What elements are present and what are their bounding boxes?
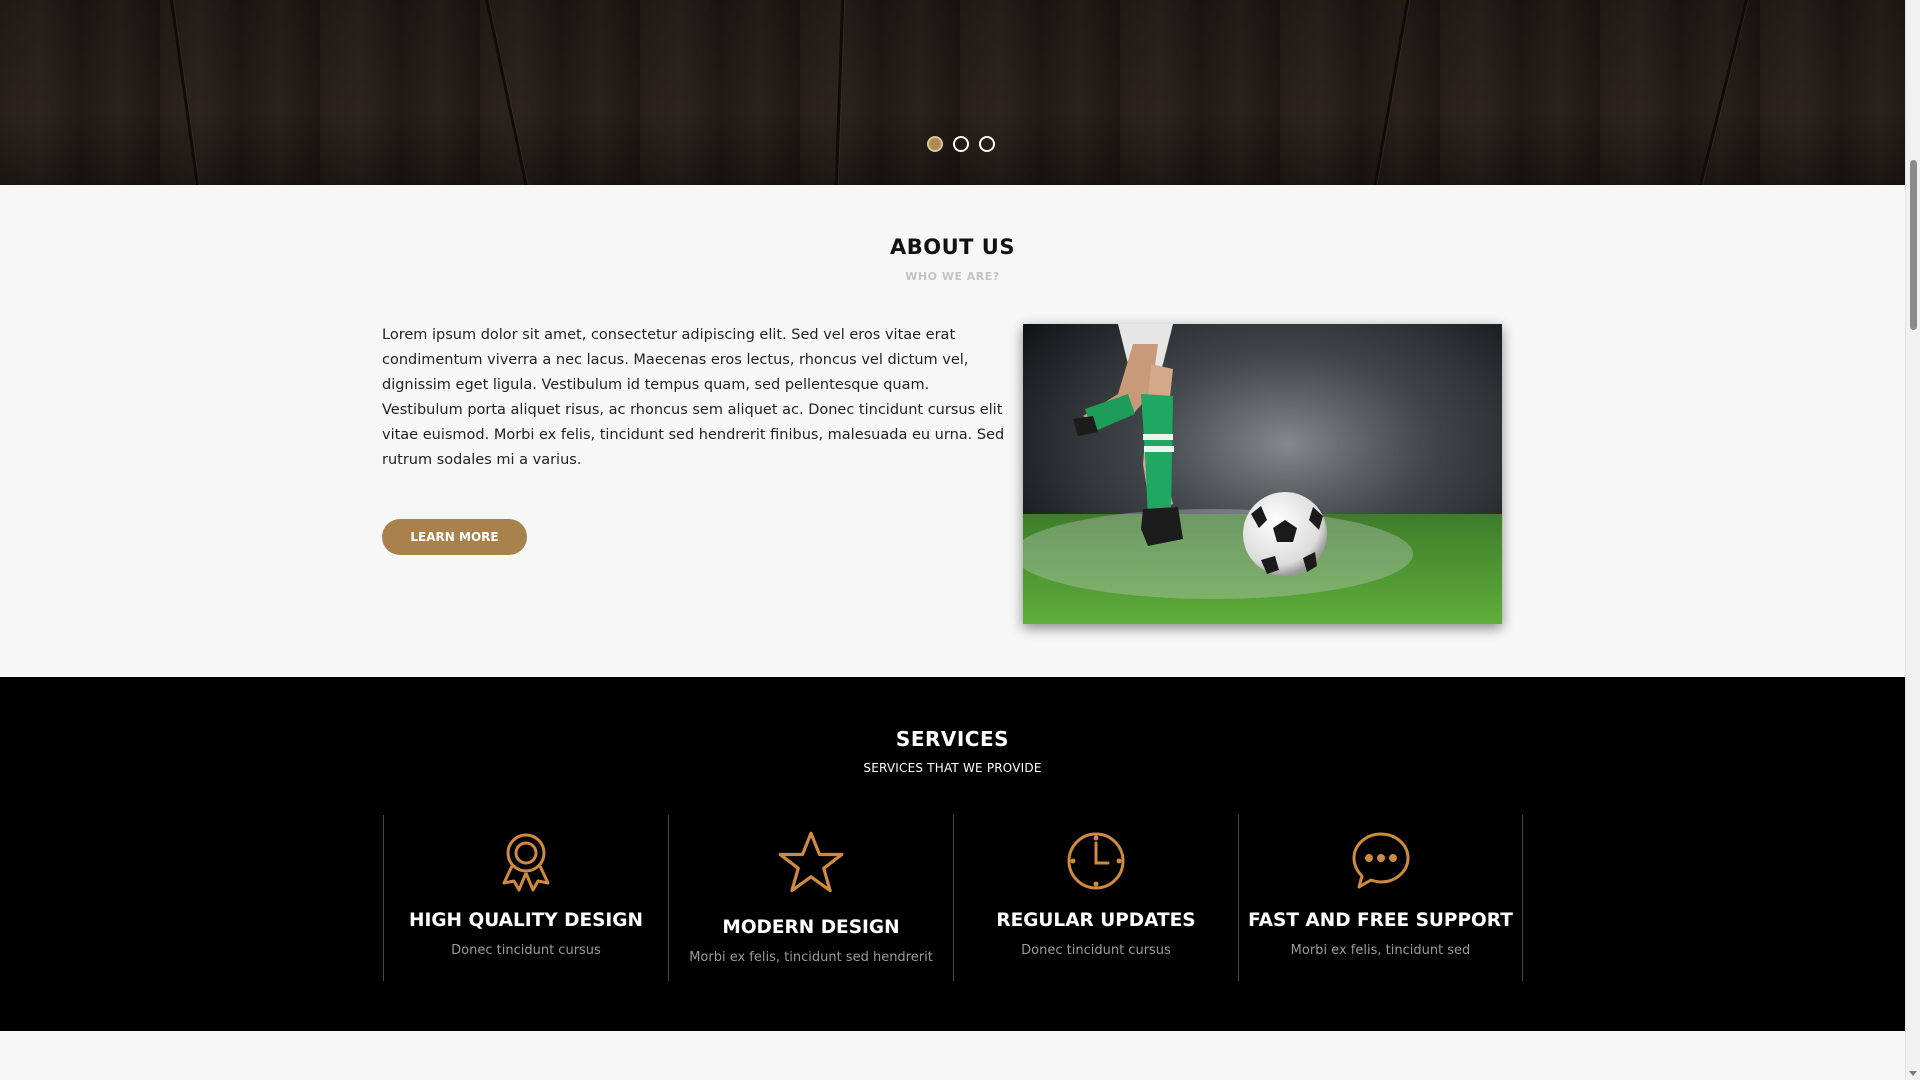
about-section: ABOUT US WHO WE ARE? Lorem ipsum dolor s… [0, 185, 1905, 677]
service-description: Donec tincidunt cursus [451, 943, 601, 958]
service-card-modern-design: MODERN DESIGN Morbi ex felis, tincidunt … [668, 815, 953, 981]
about-title: ABOUT US [890, 235, 1015, 259]
wood-plank-divider [169, 0, 200, 185]
wood-plank-divider [1698, 0, 1749, 185]
scrollbar-thumb[interactable] [1910, 160, 1917, 330]
service-card-high-quality-design: HIGH QUALITY DESIGN Donec tincidunt curs… [383, 815, 668, 981]
services-title: SERVICES [895, 727, 1010, 751]
services-grid: HIGH QUALITY DESIGN Donec tincidunt curs… [383, 815, 1523, 981]
service-card-regular-updates: REGULAR UPDATES Donec tincidunt cursus [953, 815, 1238, 981]
service-description: Morbi ex felis, tincidunt sed hendrerit [689, 950, 933, 965]
page: ABOUT US WHO WE ARE? Lorem ipsum dolor s… [0, 0, 1905, 1080]
about-subtitle: WHO WE ARE? [905, 270, 1000, 283]
service-title: MODERN DESIGN [722, 917, 900, 938]
service-description: Morbi ex felis, tincidunt sed [1290, 943, 1471, 958]
learn-more-button[interactable]: LEARN MORE [382, 519, 527, 555]
service-title: HIGH QUALITY DESIGN [409, 910, 643, 931]
wood-plank-divider [834, 0, 845, 185]
wood-plank-divider [485, 0, 528, 185]
about-body-text: Lorem ipsum dolor sit amet, consectetur … [382, 327, 1005, 468]
vertical-scrollbar[interactable] [1905, 0, 1920, 1080]
star-icon [669, 829, 953, 893]
hero-slider [0, 0, 1905, 185]
services-section: SERVICES SERVICES THAT WE PROVIDE HIGH Q… [0, 677, 1905, 1031]
award-ribbon-icon [384, 829, 668, 893]
slider-dot-1[interactable] [927, 136, 943, 152]
clock-icon [954, 829, 1238, 893]
slider-pagination [927, 136, 995, 152]
wood-plank-divider [1373, 0, 1410, 185]
chat-bubble-icon [1239, 829, 1522, 893]
service-title: FAST AND FREE SUPPORT [1248, 910, 1513, 931]
service-description: Donec tincidunt cursus [1021, 943, 1171, 958]
scroll-down-arrow-icon[interactable] [1909, 1071, 1917, 1076]
service-title: REGULAR UPDATES [996, 910, 1196, 931]
services-subtitle: SERVICES THAT WE PROVIDE [863, 761, 1042, 775]
slider-dot-2[interactable] [953, 136, 969, 152]
slider-dot-3[interactable] [979, 136, 995, 152]
next-section [0, 1031, 1905, 1080]
service-card-fast-free-support: FAST AND FREE SUPPORT Morbi ex felis, ti… [1238, 815, 1523, 981]
soccer-player-image [1023, 324, 1502, 624]
